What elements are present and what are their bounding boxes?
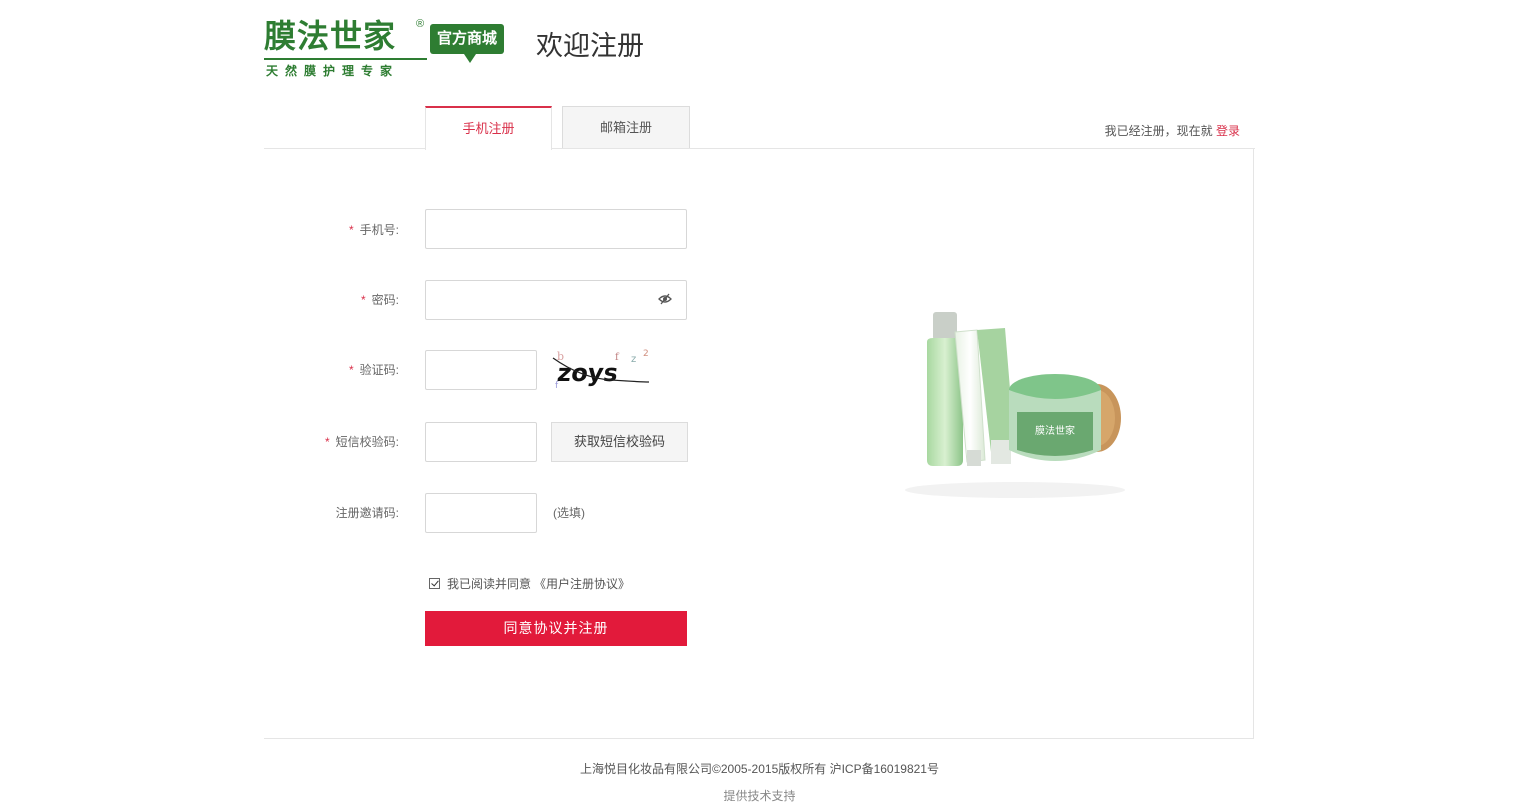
agreement-row: 我已阅读并同意 《用户注册协议》: [429, 575, 630, 592]
password-input[interactable]: [425, 280, 687, 320]
toggle-visibility-icon[interactable]: [658, 293, 672, 305]
captcha-label: * 验证码:: [264, 361, 399, 378]
brand-name: 膜法世家: [264, 17, 397, 55]
agreement-link[interactable]: 《用户注册协议》: [534, 575, 630, 592]
required-mark: *: [324, 435, 330, 449]
captcha-noise: 2: [643, 349, 649, 359]
captcha-noise: z: [631, 354, 636, 365]
captcha-text: zoys: [556, 359, 620, 387]
official-store-badge: 官方商城: [430, 24, 504, 63]
login-link[interactable]: 登录: [1216, 124, 1240, 138]
brand-logo[interactable]: 膜法世家 ® 官方商城 天然膜护理专家: [264, 18, 509, 80]
invite-code-input[interactable]: [425, 493, 537, 533]
phone-label: * 手机号:: [264, 221, 399, 238]
phone-label-text: 手机号:: [359, 223, 399, 237]
required-mark: *: [348, 363, 354, 377]
login-hint-text: 我已经注册，现在就: [1104, 124, 1213, 138]
footer-support-link[interactable]: 提供技术支持: [0, 787, 1519, 804]
optional-hint: (选填): [553, 506, 585, 520]
agree-text: 我已阅读并同意: [447, 577, 532, 591]
logo-underline: [264, 58, 427, 60]
captcha-input[interactable]: [425, 350, 537, 390]
product-image: 膜法世家: [905, 312, 1125, 498]
tab-email-register[interactable]: 邮箱注册: [562, 106, 690, 148]
invite-label-text: 注册邀请码:: [335, 506, 399, 520]
page-title: 欢迎注册: [536, 31, 644, 62]
invite-label: 注册邀请码:: [264, 504, 399, 521]
agree-checkbox[interactable]: [429, 578, 440, 589]
password-label-text: 密码:: [371, 293, 399, 307]
required-mark: *: [360, 293, 366, 307]
brand-slogan: 天然膜护理专家: [266, 64, 400, 78]
register-submit-button[interactable]: 同意协议并注册: [425, 611, 687, 646]
phone-input[interactable]: [425, 209, 687, 249]
tab-phone-register[interactable]: 手机注册: [425, 106, 552, 150]
sms-label: * 短信校验码:: [264, 433, 399, 450]
captcha-label-text: 验证码:: [359, 363, 399, 377]
jar-label: 膜法世家: [1035, 424, 1075, 437]
sms-label-text: 短信校验码:: [335, 435, 399, 449]
captcha-image[interactable]: b f z 2 f zoys: [551, 348, 651, 390]
sms-code-input[interactable]: [425, 422, 537, 462]
password-label: * 密码:: [264, 291, 399, 308]
get-sms-code-button[interactable]: 获取短信校验码: [551, 422, 688, 462]
registered-mark: ®: [416, 18, 425, 30]
footer-copyright: 上海悦目化妆品有限公司©2005-2015版权所有 沪ICP备16019821号: [580, 762, 939, 776]
required-mark: *: [348, 223, 354, 237]
login-hint: 我已经注册，现在就 登录: [1105, 122, 1240, 139]
